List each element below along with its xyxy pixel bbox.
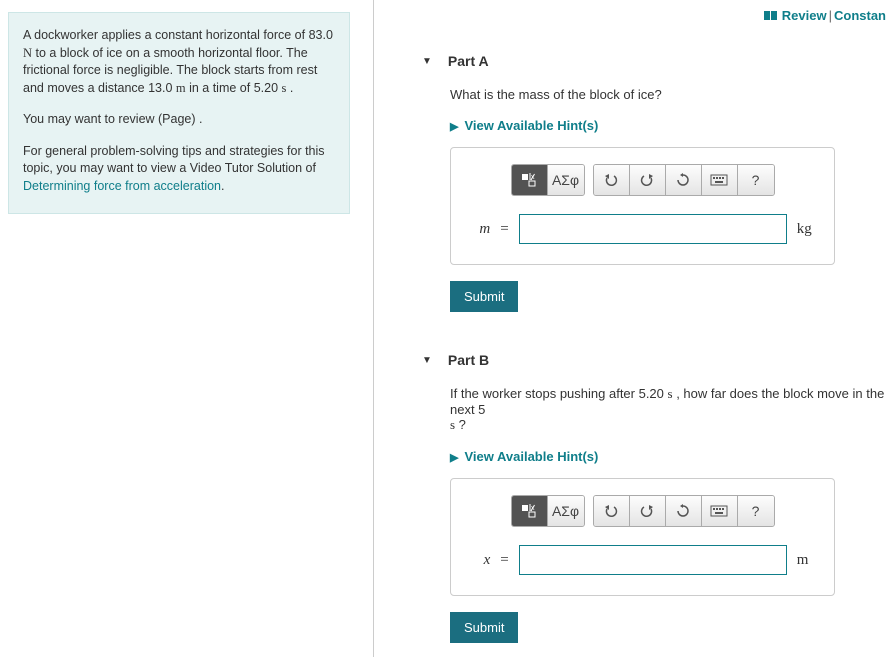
part-a-hints-toggle[interactable]: ▶ View Available Hint(s) xyxy=(450,118,886,133)
part-b: ▼ Part B If the worker stops pushing aft… xyxy=(422,352,886,643)
book-icon xyxy=(764,10,778,21)
collapse-icon: ▼ xyxy=(422,56,432,67)
part-a-answer-panel: x ΑΣφ xyxy=(450,147,835,265)
hints-label: View Available Hint(s) xyxy=(464,449,598,464)
help-button[interactable]: ? xyxy=(738,496,774,526)
part-b-hints-toggle[interactable]: ▶ View Available Hint(s) xyxy=(450,449,886,464)
problem-text: . xyxy=(286,81,293,95)
keyboard-button[interactable] xyxy=(702,165,738,195)
unit-N: N xyxy=(23,46,32,60)
part-a: ▼ Part A What is the mass of the block o… xyxy=(422,53,886,312)
top-links: Review|Constan xyxy=(392,8,886,23)
reset-button[interactable] xyxy=(666,165,702,195)
greek-symbols-button[interactable]: ΑΣφ xyxy=(548,496,584,526)
part-b-variable: x xyxy=(466,552,490,569)
review-link[interactable]: Review xyxy=(782,8,827,23)
expand-icon: ▶ xyxy=(450,452,458,464)
part-b-submit-button[interactable]: Submit xyxy=(450,612,518,643)
equals-sign: = xyxy=(500,552,508,569)
part-a-toolbar: x ΑΣφ xyxy=(465,164,820,196)
equals-sign: = xyxy=(500,221,508,238)
template-button[interactable]: x xyxy=(512,496,548,526)
part-a-question: What is the mass of the block of ice? xyxy=(450,87,886,102)
undo-button[interactable] xyxy=(594,496,630,526)
redo-button[interactable] xyxy=(630,165,666,195)
collapse-icon: ▼ xyxy=(422,355,432,366)
greek-symbols-button[interactable]: ΑΣφ xyxy=(548,165,584,195)
keyboard-button[interactable] xyxy=(702,496,738,526)
problem-tips-intro: For general problem-solving tips and str… xyxy=(23,144,325,176)
part-b-unit: m xyxy=(797,552,819,569)
constants-link[interactable]: Constan xyxy=(834,8,886,23)
part-b-input[interactable] xyxy=(519,545,787,575)
video-tutor-link[interactable]: Determining force from acceleration xyxy=(23,179,221,193)
problem-statement: A dockworker applies a constant horizont… xyxy=(8,12,350,214)
part-a-unit: kg xyxy=(797,221,819,238)
part-b-answer-panel: x ΑΣφ xyxy=(450,478,835,596)
part-b-header[interactable]: ▼ Part B xyxy=(422,352,886,368)
expand-icon: ▶ xyxy=(450,121,458,133)
part-b-title: Part B xyxy=(448,352,489,368)
problem-text: in a time of 5.20 xyxy=(186,81,282,95)
undo-button[interactable] xyxy=(594,165,630,195)
part-a-title: Part A xyxy=(448,53,489,69)
redo-button[interactable] xyxy=(630,496,666,526)
problem-review-hint: You may want to review (Page) . xyxy=(23,111,335,129)
help-button[interactable]: ? xyxy=(738,165,774,195)
reset-button[interactable] xyxy=(666,496,702,526)
part-b-toolbar: x ΑΣφ xyxy=(465,495,820,527)
part-a-input[interactable] xyxy=(519,214,787,244)
template-button[interactable]: x xyxy=(512,165,548,195)
problem-text: A dockworker applies a constant horizont… xyxy=(23,28,333,42)
part-a-variable: m xyxy=(466,221,490,238)
problem-tips-end: . xyxy=(221,179,224,193)
part-a-submit-button[interactable]: Submit xyxy=(450,281,518,312)
hints-label: View Available Hint(s) xyxy=(464,118,598,133)
unit-m: m xyxy=(176,81,186,95)
part-a-header[interactable]: ▼ Part A xyxy=(422,53,886,69)
part-b-question: If the worker stops pushing after 5.20 s… xyxy=(450,386,886,433)
vertical-divider xyxy=(373,0,374,657)
